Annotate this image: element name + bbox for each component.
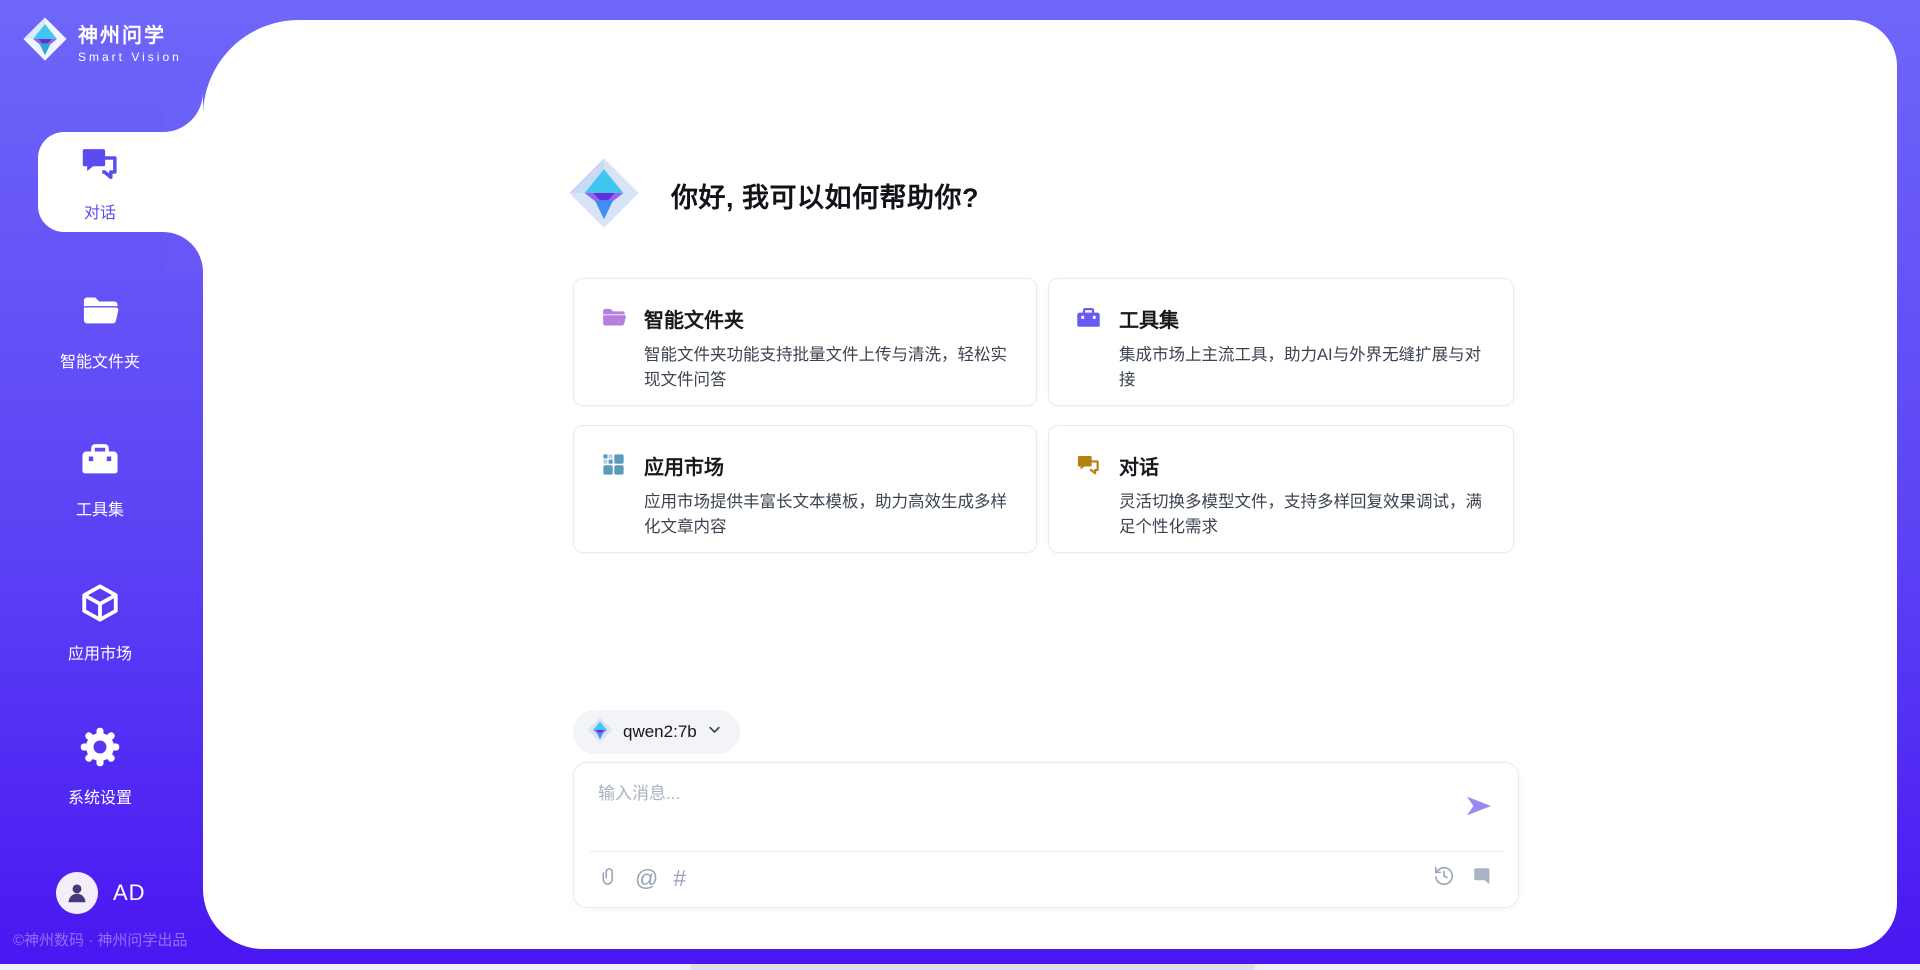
sidebar-item-label: 对话 [84, 199, 116, 223]
mention-button[interactable]: @ [635, 867, 658, 890]
gear-icon [79, 726, 121, 773]
chat-icon [1075, 451, 1102, 483]
copyright-text: ©神州数码 · 神州问学出品 [13, 929, 187, 950]
sidebar-item-label: 智能文件夹 [60, 348, 140, 372]
card-title: 工具集 [1119, 304, 1487, 333]
message-composer: @ # [573, 762, 1519, 908]
send-button[interactable] [1464, 791, 1494, 821]
chevron-down-icon [707, 722, 722, 742]
sidebar: 神州问学 Smart Vision 对话 智能文件夹 [0, 0, 203, 970]
feedback-button[interactable] [1471, 865, 1494, 890]
cube-icon [79, 582, 121, 629]
app-logo-icon [567, 156, 641, 235]
avatar [56, 872, 98, 914]
greeting-title: 你好, 我可以如何帮助你? [671, 176, 979, 215]
hashtag-button[interactable]: # [673, 867, 686, 890]
sidebar-item-settings[interactable]: 系统设置 [0, 726, 200, 808]
composer-divider [590, 851, 1504, 852]
sidebar-item-chat[interactable]: 对话 [38, 132, 203, 232]
sidebar-item-label: 应用市场 [68, 640, 132, 664]
card-title: 智能文件夹 [644, 304, 1010, 333]
history-icon [1433, 865, 1455, 890]
brand: 神州问学 Smart Vision [22, 16, 182, 67]
sidebar-item-toolset[interactable]: 工具集 [0, 438, 200, 520]
history-button[interactable] [1433, 865, 1455, 890]
card-description: 集成市场上主流工具，助力AI与外界无缝扩展与对接 [1119, 343, 1487, 393]
attach-file-button[interactable] [598, 865, 620, 892]
card-description: 智能文件夹功能支持批量文件上传与清洗，轻松实现文件问答 [644, 343, 1010, 393]
user-profile[interactable]: AD [56, 872, 146, 914]
grid-icon [600, 451, 627, 483]
card-smart-folder[interactable]: 智能文件夹 智能文件夹功能支持批量文件上传与清洗，轻松实现文件问答 [573, 278, 1037, 406]
hero: 你好, 我可以如何帮助你? [567, 156, 979, 235]
scrollbar-thumb[interactable] [690, 964, 1255, 970]
model-logo-icon [587, 717, 613, 748]
main-panel: 你好, 我可以如何帮助你? 智能文件夹 智能文件夹功能支持批量文件上传与清洗，轻… [203, 20, 1897, 949]
sidebar-item-app-market[interactable]: 应用市场 [0, 582, 200, 664]
user-name: AD [113, 880, 146, 906]
chat-bubble-icon [1471, 865, 1494, 890]
brand-title: 神州问学 [78, 19, 182, 48]
brand-subtitle: Smart Vision [78, 50, 182, 64]
folder-icon [79, 290, 121, 337]
card-toolset[interactable]: 工具集 集成市场上主流工具，助力AI与外界无缝扩展与对接 [1048, 278, 1514, 406]
model-name: qwen2:7b [623, 722, 697, 742]
message-input[interactable] [598, 779, 1438, 841]
at-sign-icon: @ [635, 867, 658, 890]
toolbox-icon [1075, 304, 1102, 336]
tab-fillet-top [163, 92, 203, 132]
sidebar-item-smart-folder[interactable]: 智能文件夹 [0, 290, 200, 372]
card-app-market[interactable]: 应用市场 应用市场提供丰富长文本模板，助力高效生成多样化文章内容 [573, 425, 1037, 553]
card-description: 灵活切换多模型文件，支持多样回复效果调试，满足个性化需求 [1119, 490, 1487, 540]
tab-fillet-bottom [163, 232, 203, 272]
card-description: 应用市场提供丰富长文本模板，助力高效生成多样化文章内容 [644, 490, 1010, 540]
toolbox-icon [79, 438, 121, 485]
hashtag-icon: # [673, 867, 686, 890]
brand-logo-icon [22, 16, 68, 67]
horizontal-scrollbar[interactable] [0, 964, 1920, 970]
chat-icon [78, 141, 122, 190]
card-title: 应用市场 [644, 451, 1010, 480]
paperclip-icon [598, 865, 620, 892]
sidebar-item-label: 系统设置 [68, 784, 132, 808]
folder-icon [600, 304, 627, 336]
card-title: 对话 [1119, 451, 1487, 480]
feature-cards: 智能文件夹 智能文件夹功能支持批量文件上传与清洗，轻松实现文件问答 工具集 集成… [573, 278, 1514, 553]
model-selector[interactable]: qwen2:7b [573, 710, 740, 754]
sidebar-item-label: 工具集 [76, 496, 124, 520]
card-chat[interactable]: 对话 灵活切换多模型文件，支持多样回复效果调试，满足个性化需求 [1048, 425, 1514, 553]
